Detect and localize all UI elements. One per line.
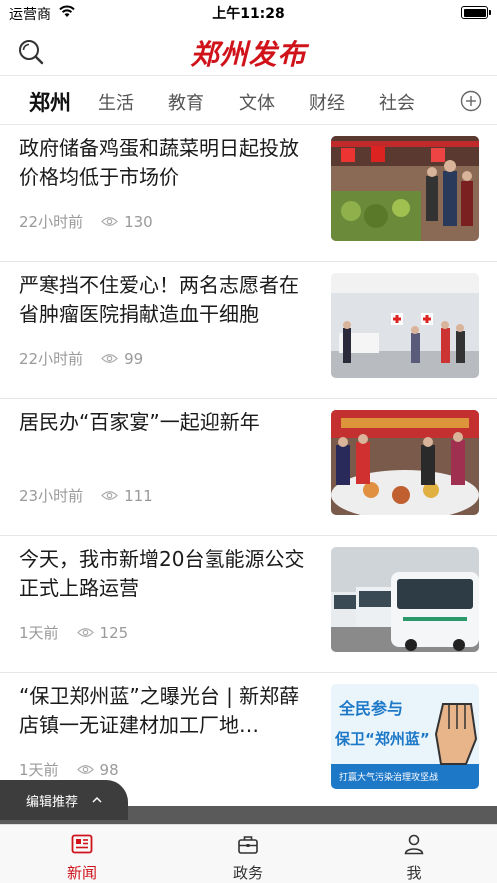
news-time: 1天前 bbox=[19, 761, 59, 779]
news-time: 23小时前 bbox=[19, 487, 84, 505]
app-header: 郑州发布 bbox=[0, 26, 497, 76]
news-meta: 23小时前 111 bbox=[19, 485, 153, 506]
tab-culture-sports[interactable]: 文体 bbox=[239, 89, 275, 115]
news-title: 居民办“百家宴”一起迎新年 bbox=[19, 410, 260, 434]
news-meta: 1天前 98 bbox=[19, 759, 119, 780]
status-bar: 运营商 上午11:28 bbox=[0, 0, 497, 26]
news-item[interactable]: 居民办“百家宴”一起迎新年 23小时前 111 bbox=[0, 399, 497, 536]
poster-headline: 全民参与 bbox=[338, 699, 403, 718]
tab-society[interactable]: 社会 bbox=[379, 89, 415, 115]
views-icon bbox=[101, 491, 118, 500]
bottom-tab-bar: 新闻 政务 我 bbox=[0, 824, 497, 883]
news-views: 111 bbox=[124, 486, 153, 505]
news-time: 1天前 bbox=[19, 624, 59, 642]
poster-slogan: 保卫“郑州蓝” bbox=[334, 730, 430, 748]
tab-news[interactable]: 新闻 bbox=[22, 825, 142, 883]
news-meta: 22小时前 99 bbox=[19, 348, 143, 369]
tab-government-label: 政务 bbox=[232, 864, 263, 882]
person-icon bbox=[404, 834, 424, 855]
add-channel-icon[interactable] bbox=[460, 90, 482, 112]
views-icon bbox=[101, 217, 118, 226]
news-item[interactable]: 今天，我市新增20台氢能源公交正式上路运营 1天前 125 bbox=[0, 536, 497, 673]
news-title: “保卫郑州蓝”之曝光台 | 新郑薛店镇一无证建材加工厂地… bbox=[19, 684, 300, 737]
news-time: 22小时前 bbox=[19, 350, 84, 368]
clock: 上午11:28 bbox=[212, 6, 285, 22]
news-views: 98 bbox=[99, 760, 119, 779]
news-views: 130 bbox=[124, 212, 153, 231]
editor-recommend-button[interactable]: 编辑推荐 bbox=[0, 780, 128, 820]
news-views: 99 bbox=[124, 349, 144, 368]
tab-life[interactable]: 生活 bbox=[98, 89, 134, 115]
news-item[interactable]: 严寒挡不住爱心！两名志愿者在省肿瘤医院捐献造血干细胞 22小时前 99 bbox=[0, 262, 497, 399]
poster-caption: 打赢大气污染治理攻坚战 bbox=[339, 771, 438, 783]
battery-icon bbox=[461, 6, 491, 19]
news-title: 今天，我市新增20台氢能源公交正式上路运营 bbox=[19, 547, 305, 600]
news-meta: 22小时前 130 bbox=[19, 211, 153, 232]
news-title: 严寒挡不住爱心！两名志愿者在省肿瘤医院捐献造血干细胞 bbox=[19, 273, 299, 326]
news-title: 政府储备鸡蛋和蔬菜明日起投放 价格均低于市场价 bbox=[19, 136, 299, 189]
tab-finance[interactable]: 财经 bbox=[309, 89, 345, 115]
views-icon bbox=[76, 765, 94, 774]
tab-news-label: 新闻 bbox=[66, 864, 97, 882]
tab-me[interactable]: 我 bbox=[354, 825, 474, 883]
tab-education[interactable]: 教育 bbox=[168, 89, 204, 115]
editor-recommend-label: 编辑推荐 bbox=[26, 794, 79, 810]
views-icon bbox=[76, 628, 94, 637]
banquet-photo bbox=[331, 410, 479, 515]
news-meta: 1天前 125 bbox=[19, 622, 128, 643]
views-icon bbox=[101, 354, 118, 363]
briefcase-icon bbox=[238, 836, 258, 854]
tab-me-label: 我 bbox=[406, 864, 422, 882]
category-tabs: 郑州 生活 教育 文体 财经 社会 bbox=[0, 77, 497, 125]
bus-photo bbox=[331, 547, 479, 652]
hospital-photo bbox=[331, 273, 479, 378]
supermarket-photo bbox=[331, 136, 479, 241]
news-item[interactable]: 政府储备鸡蛋和蔬菜明日起投放 价格均低于市场价 22小时前 130 bbox=[0, 125, 497, 262]
news-views: 125 bbox=[99, 623, 129, 642]
chevron-up-icon bbox=[92, 796, 102, 803]
news-time: 22小时前 bbox=[19, 213, 84, 231]
tab-government[interactable]: 政务 bbox=[188, 825, 308, 883]
news-icon bbox=[71, 834, 93, 854]
tab-zhengzhou[interactable]: 郑州 bbox=[29, 87, 71, 117]
app-logo: 郑州发布 bbox=[190, 38, 307, 71]
poster-image: 全民参与 保卫“郑州蓝” 打赢大气污染治理攻坚战 bbox=[331, 684, 479, 789]
